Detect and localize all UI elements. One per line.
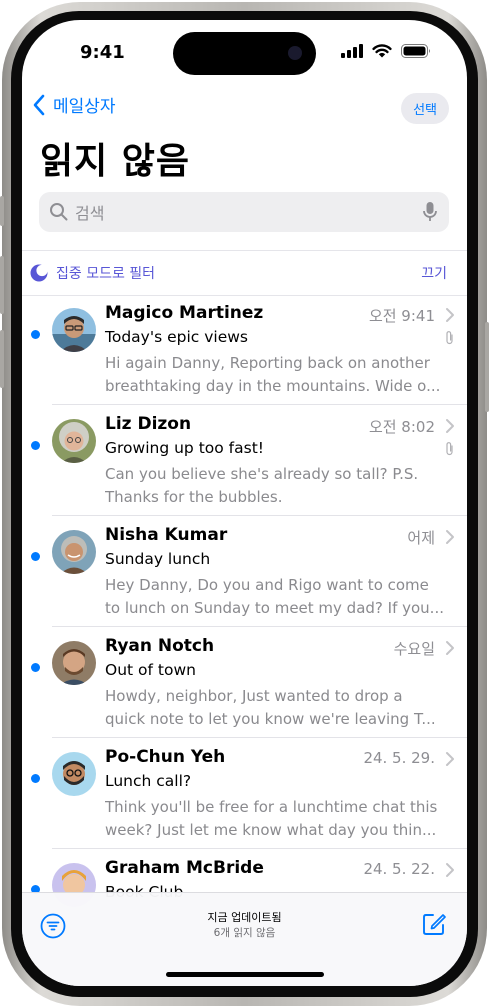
search-icon — [50, 203, 68, 221]
preview-line: week? Just let me know what day you thin… — [105, 820, 437, 839]
focus-filter-off-button[interactable]: 끄기 — [421, 263, 447, 283]
volume-down-button — [0, 330, 4, 388]
preview-line: Howdy, neighbor, Just wanted to drop a — [105, 687, 403, 705]
message-preview: Think you'll be free for a lunchtime cha… — [105, 796, 450, 841]
preview-line: breathtaking day in the mountains. Wide … — [105, 376, 441, 395]
avatar-image — [52, 641, 96, 685]
message-date: 어제 — [407, 529, 435, 547]
power-button — [485, 322, 489, 412]
avatar — [52, 530, 96, 574]
message-preview: Howdy, neighbor, Just wanted to drop a q… — [105, 685, 450, 730]
status-icons — [341, 44, 431, 58]
preview-line: Hey Danny, Do you and Rigo want to come — [105, 576, 429, 594]
compose-icon[interactable] — [421, 911, 447, 937]
select-button[interactable]: 선택 — [401, 93, 449, 124]
message-subject: Growing up too fast! — [105, 439, 264, 457]
status-time: 9:41 — [80, 42, 125, 63]
battery-icon — [401, 44, 430, 58]
camera-icon — [288, 46, 302, 60]
message-date: 오전 8:02 — [368, 418, 435, 436]
paperclip-icon — [446, 442, 453, 456]
preview-line: to lunch on Sunday to meet my dad? If yo… — [105, 598, 444, 617]
unread-dot — [31, 552, 40, 561]
message-row[interactable]: Po-Chun Yeh 24. 5. 29. Lunch call? Think… — [22, 738, 467, 849]
focus-filter-row: 집중 모드로 필터 끄기 — [22, 250, 467, 296]
message-subject: Today's epic views — [105, 328, 248, 346]
sender-name: Magico Martinez — [105, 303, 264, 323]
signal-icon — [341, 44, 363, 58]
message-date: 24. 5. 29. — [363, 749, 435, 767]
message-preview: Can you believe she's already so tall? P… — [105, 463, 450, 508]
preview-line: quick note to let you know we're leaving… — [105, 709, 436, 728]
message-subject: Sunday lunch — [105, 550, 211, 568]
moon-icon — [30, 264, 48, 282]
message-preview: Hey Danny, Do you and Rigo want to come … — [105, 574, 450, 619]
back-button[interactable]: 메일상자 — [32, 92, 116, 117]
avatar-image — [52, 308, 96, 352]
screen: 9:41 메일상자 선택 읽지 않음 검색 집중 모드로 필터 끄기 Magic… — [22, 20, 467, 986]
chevron-right-icon — [446, 530, 454, 544]
home-indicator — [166, 972, 324, 977]
update-status: 지금 업데이트됨 — [207, 911, 282, 924]
message-subject: Out of town — [105, 661, 196, 679]
volume-up-button — [0, 256, 4, 314]
chevron-right-icon — [446, 752, 454, 766]
search-placeholder: 검색 — [75, 204, 105, 223]
message-subject: Lunch call? — [105, 772, 192, 790]
back-label: 메일상자 — [53, 97, 116, 117]
action-button — [0, 196, 4, 226]
dynamic-island — [173, 32, 316, 75]
avatar-image — [52, 752, 96, 796]
paperclip-icon — [446, 331, 453, 345]
preview-line: Thanks for the bubbles. — [105, 487, 283, 506]
sender-name: Po-Chun Yeh — [105, 747, 226, 767]
sender-name: Nisha Kumar — [105, 525, 228, 545]
preview-line: Think you'll be free for a lunchtime cha… — [105, 798, 438, 816]
chevron-right-icon — [446, 308, 454, 322]
chevron-right-icon — [446, 863, 454, 877]
page-title: 읽지 않음 — [40, 141, 191, 182]
message-row[interactable]: Ryan Notch 수요일 Out of town Howdy, neighb… — [22, 627, 467, 738]
sender-name: Graham McBride — [105, 858, 264, 878]
wifi-icon — [372, 44, 392, 58]
preview-line: Can you believe she's already so tall? P… — [105, 465, 419, 483]
preview-line: Hi again Danny, Reporting back on anothe… — [105, 354, 430, 372]
unread-dot — [31, 330, 40, 339]
message-date: 오전 9:41 — [368, 307, 435, 325]
unread-count: 6개 읽지 않음 — [213, 927, 276, 939]
message-row[interactable]: Nisha Kumar 어제 Sunday lunch Hey Danny, D… — [22, 516, 467, 627]
focus-filter-label: 집중 모드로 필터 — [56, 266, 156, 282]
unread-dot — [31, 663, 40, 672]
message-date: 수요일 — [393, 640, 435, 658]
message-date: 24. 5. 22. — [363, 860, 435, 878]
chevron-right-icon — [446, 641, 454, 655]
message-row[interactable]: Magico Martinez 오전 9:41 Today's epic vie… — [22, 294, 467, 405]
avatar — [52, 641, 96, 685]
sender-name: Liz Dizon — [105, 414, 192, 434]
search-field[interactable]: 검색 — [39, 192, 449, 232]
avatar — [52, 419, 96, 463]
chevron-left-icon — [33, 94, 45, 115]
microphone-icon[interactable] — [423, 201, 437, 223]
message-row[interactable]: Liz Dizon 오전 8:02 Growing up too fast! C… — [22, 405, 467, 516]
avatar — [52, 752, 96, 796]
avatar-image — [52, 419, 96, 463]
message-preview: Hi again Danny, Reporting back on anothe… — [105, 352, 450, 397]
unread-dot — [31, 774, 40, 783]
chevron-right-icon — [446, 419, 454, 433]
unread-dot — [31, 441, 40, 450]
avatar — [52, 308, 96, 352]
avatar-image — [52, 530, 96, 574]
sender-name: Ryan Notch — [105, 636, 215, 656]
